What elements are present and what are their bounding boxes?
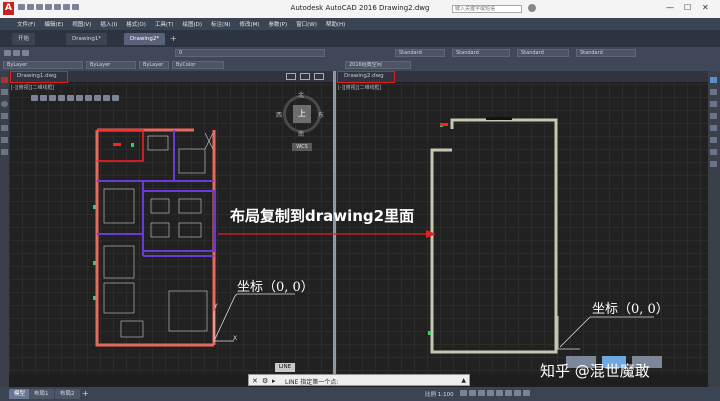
- add-layout-button[interactable]: +: [82, 389, 89, 398]
- workspace-icon[interactable]: [505, 390, 512, 396]
- copy-arrow: [218, 230, 436, 238]
- isolate-icon[interactable]: [514, 390, 521, 396]
- grid-icon[interactable]: [469, 390, 476, 396]
- fullscreen-icon[interactable]: [523, 390, 530, 396]
- command-history-icon[interactable]: ▸: [272, 377, 276, 385]
- command-line[interactable]: ✕ ⚙ ▸ LINE 指定第一个点: ▲: [248, 374, 470, 386]
- status-toggles: [460, 390, 532, 396]
- snap-icon[interactable]: [460, 390, 467, 396]
- tab-layout2[interactable]: 布局2: [55, 389, 80, 399]
- command-prompt[interactable]: LINE 指定第一个点:: [285, 377, 338, 386]
- watermark: 知乎 @混世魔敢: [540, 362, 650, 380]
- osnap-icon[interactable]: [496, 390, 503, 396]
- tab-model[interactable]: 模型: [9, 389, 31, 399]
- ortho-icon[interactable]: [478, 390, 485, 396]
- tab-layout1[interactable]: 布局1: [29, 389, 54, 399]
- command-customize-icon[interactable]: ⚙: [262, 377, 268, 385]
- command-expand-button[interactable]: ▲: [461, 377, 466, 384]
- status-bar: 模型 布局1 布局2 + 比例 1:100: [0, 387, 720, 401]
- command-close-icon[interactable]: ✕: [252, 377, 258, 385]
- polar-icon[interactable]: [487, 390, 494, 396]
- annotation-scale[interactable]: 比例 1:100: [425, 390, 454, 398]
- command-name-label: LINE: [275, 363, 295, 372]
